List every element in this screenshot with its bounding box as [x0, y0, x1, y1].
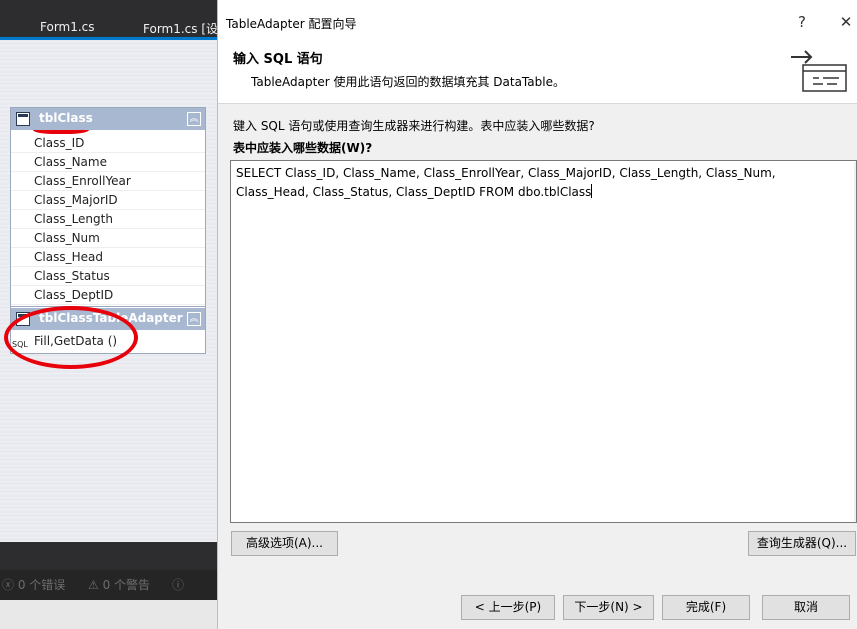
tab-form1-cs[interactable]: Form1.cs — [40, 20, 95, 34]
dialog-title-bar: TableAdapter 配置向导 ? ✕ — [218, 0, 857, 44]
sql-statement-text: SELECT Class_ID, Class_Name, Class_Enrol… — [236, 166, 780, 199]
instruction-text: 键入 SQL 语句或使用查询生成器来进行构建。表中应装入哪些数据? — [233, 119, 595, 133]
datatable-name: tblClass — [39, 111, 93, 125]
tab-form1-cs-design[interactable]: Form1.cs [设 — [143, 20, 217, 37]
column-row[interactable]: Class_Head — [11, 248, 205, 267]
column-row[interactable]: Class_ID — [11, 134, 205, 153]
ide-background: Form1.cs Form1.cs [设 tblClass ︽ Class_ID… — [0, 0, 217, 629]
collapse-icon[interactable]: ︽ — [187, 312, 201, 326]
column-row[interactable]: Class_Num — [11, 229, 205, 248]
adapter-divider — [11, 306, 205, 307]
wizard-step-description: TableAdapter 使用此语句返回的数据填充其 DataTable。 — [251, 75, 565, 89]
sql-statement-textarea[interactable]: SELECT Class_ID, Class_Name, Class_Enrol… — [230, 160, 857, 523]
text-caret — [591, 184, 593, 198]
column-row[interactable]: Class_DeptID — [11, 286, 205, 305]
annotation-underline — [33, 124, 89, 134]
wizard-step-title: 输入 SQL 语句 — [233, 52, 323, 67]
ide-toolbar — [0, 0, 217, 14]
tableadapter-wizard-dialog: TableAdapter 配置向导 ? ✕ 输入 SQL 语句 TableAda… — [217, 0, 857, 629]
help-button[interactable]: ? — [792, 12, 812, 32]
ide-output-panel: ⓧ 0 个错误 ⚠ 0 个警告 ⓘ — [0, 542, 217, 629]
wizard-header: 输入 SQL 语句 TableAdapter 使用此语句返回的数据填充其 Dat… — [218, 44, 857, 104]
cancel-button[interactable]: 取消 — [762, 595, 850, 620]
error-count[interactable]: ⓧ 0 个错误 — [2, 576, 65, 593]
info-icon[interactable]: ⓘ — [172, 576, 184, 593]
advanced-options-button[interactable]: 高级选项(A)... — [231, 531, 338, 556]
error-list-bar: ⓧ 0 个错误 ⚠ 0 个警告 ⓘ — [0, 570, 217, 600]
warning-count[interactable]: ⚠ 0 个警告 — [88, 576, 150, 593]
datatable-icon — [16, 112, 30, 126]
collapse-icon[interactable]: ︽ — [187, 112, 201, 126]
close-button[interactable]: ✕ — [836, 12, 856, 32]
finish-button[interactable]: 完成(F) — [662, 595, 750, 620]
previous-button[interactable]: < 上一步(P) — [461, 595, 555, 620]
next-button[interactable]: 下一步(N) > — [563, 595, 654, 620]
column-row[interactable]: Class_Status — [11, 267, 205, 286]
sql-statement-icon — [791, 50, 847, 92]
query-builder-button[interactable]: 查询生成器(Q)... — [748, 531, 856, 556]
ide-bottom-area — [0, 600, 217, 629]
column-row[interactable]: Class_Name — [11, 153, 205, 172]
column-row[interactable]: Class_Length — [11, 210, 205, 229]
annotation-circle — [4, 306, 138, 369]
dialog-title: TableAdapter 配置向导 — [226, 17, 357, 31]
column-row[interactable]: Class_EnrollYear — [11, 172, 205, 191]
sql-field-label: 表中应装入哪些数据(W)? — [233, 141, 373, 155]
column-row[interactable]: Class_MajorID — [11, 191, 205, 210]
